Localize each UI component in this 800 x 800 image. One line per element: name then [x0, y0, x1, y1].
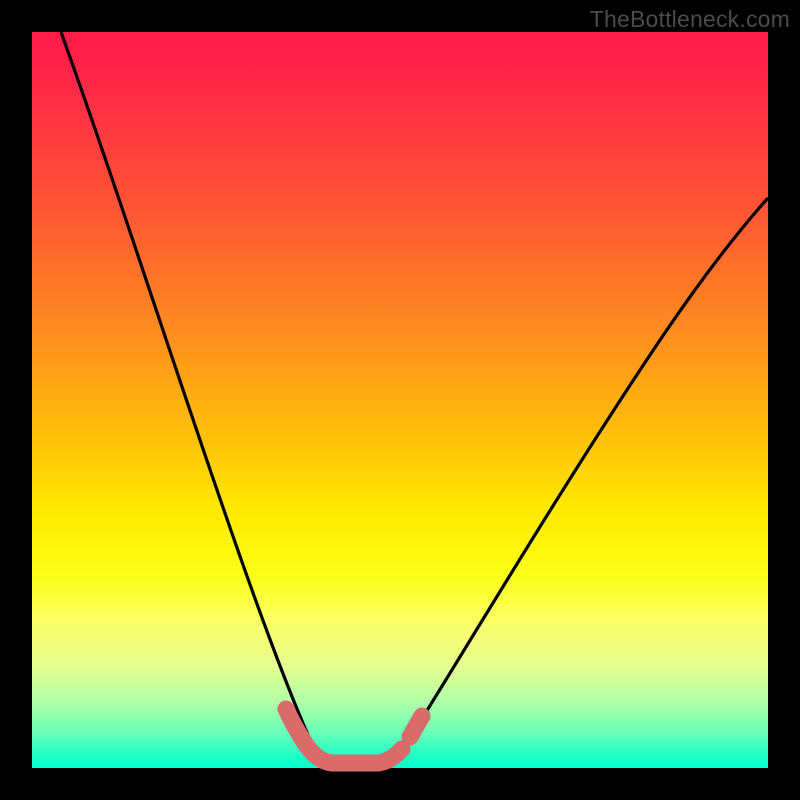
trough-marker-right-a — [378, 749, 402, 763]
trough-marker-left — [286, 709, 332, 763]
chart-svg — [32, 32, 768, 768]
trough-marker-right-b — [410, 716, 422, 737]
bottleneck-curve — [61, 32, 768, 763]
watermark-text: TheBottleneck.com — [590, 6, 790, 33]
outer-frame: TheBottleneck.com — [0, 0, 800, 800]
